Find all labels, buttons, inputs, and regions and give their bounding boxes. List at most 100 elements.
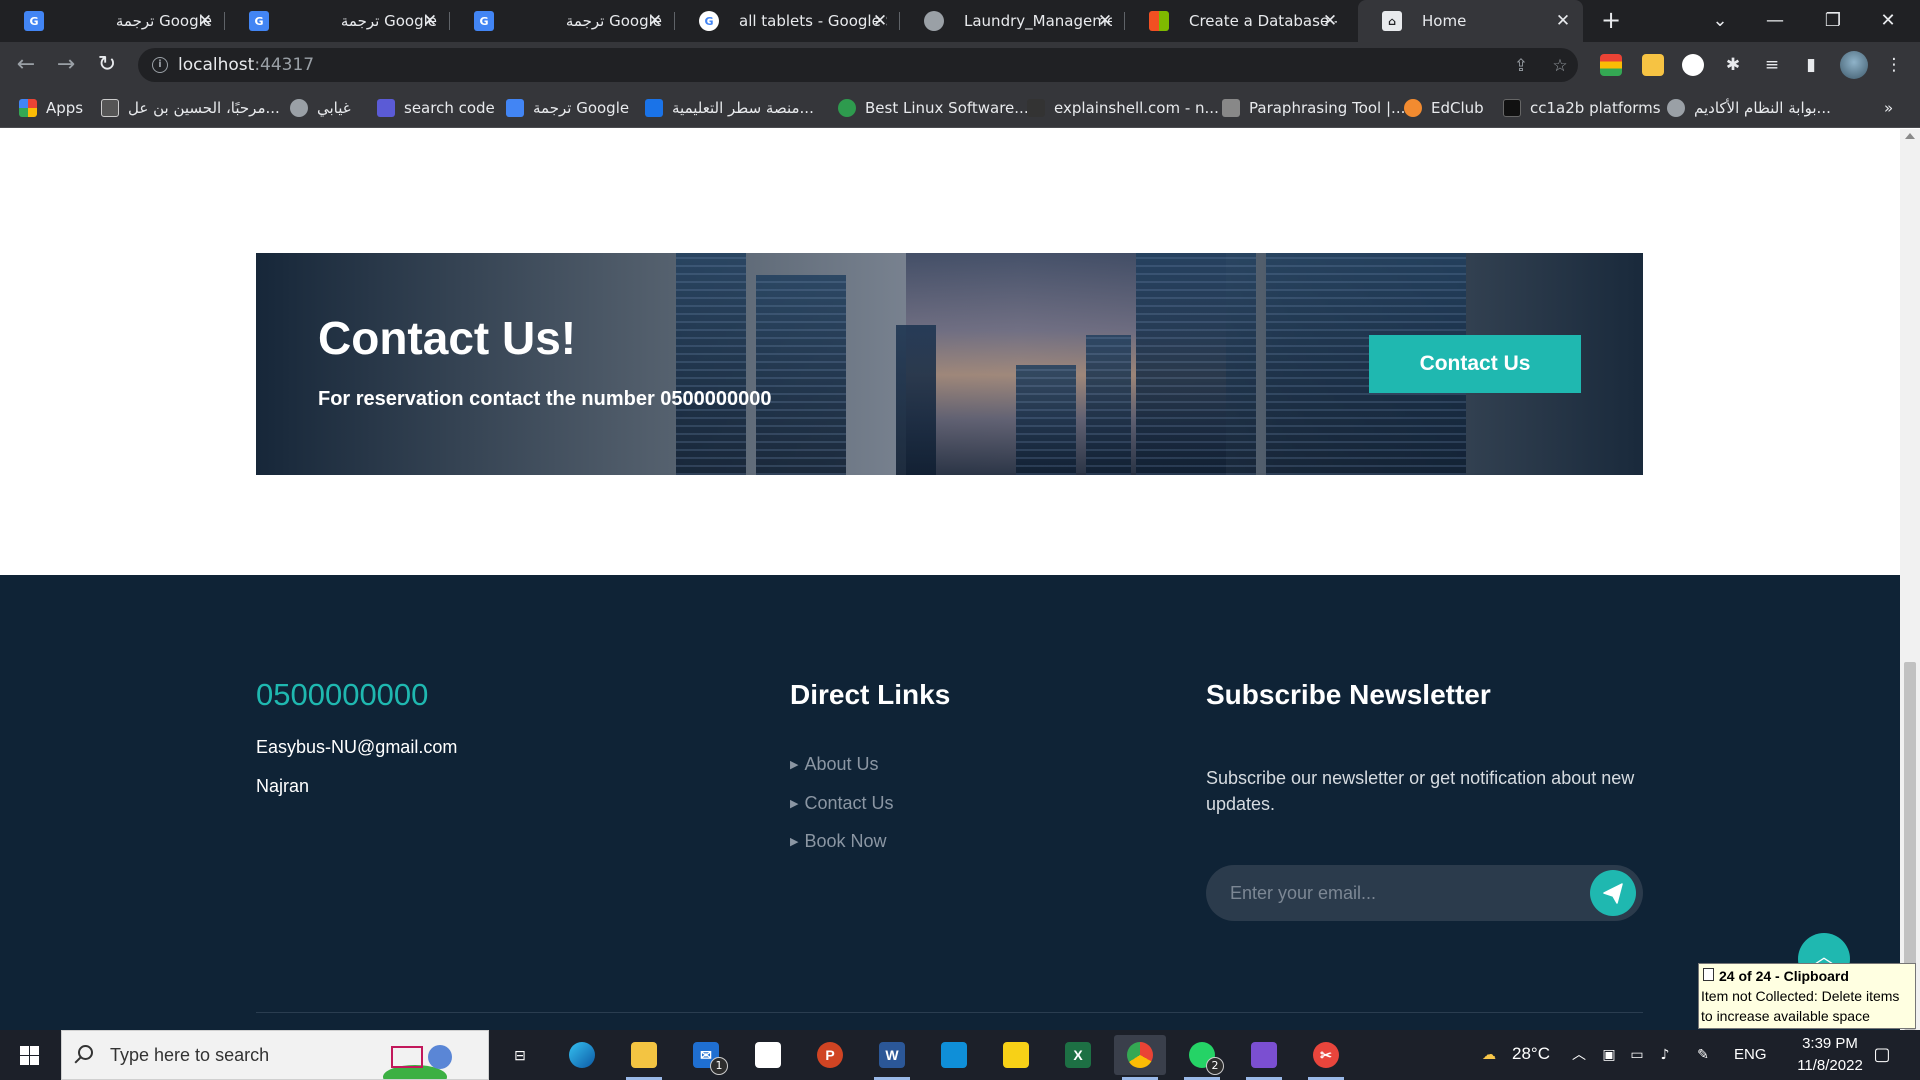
taskbar-store[interactable] [742,1035,794,1075]
meet-icon[interactable]: ▣ [1600,1046,1618,1064]
powerpoint-icon: P [817,1042,843,1068]
taskbar-app[interactable] [928,1035,980,1075]
bookmark-item[interactable]: Paraphrasing Tool |... [1222,88,1405,128]
bookmark-item[interactable]: منصة سطر التعليمية... [645,88,814,128]
info-icon[interactable]: i [152,57,168,73]
browser-tab[interactable]: G ترجمة Google ✕ [0,0,225,42]
newsletter-email-input[interactable] [1230,865,1570,921]
start-button[interactable] [0,1030,58,1080]
task-view-button[interactable]: ⊟ [494,1035,546,1075]
taskbar-edge[interactable] [556,1035,608,1075]
scroll-up-icon[interactable] [1905,133,1915,139]
battery-icon[interactable]: ▭ [1628,1046,1646,1064]
taskbar-file-explorer[interactable] [618,1035,670,1080]
taskbar-search[interactable]: Type here to search [61,1030,489,1080]
bookmark-label: غيابي [317,99,351,117]
close-icon[interactable]: ✕ [195,11,215,31]
browser-tab[interactable]: Create a Database - S ✕ [1125,0,1350,42]
platform-icon [645,99,663,117]
back-arrow-icon[interactable]: ← [12,51,40,79]
taskbar-excel[interactable]: X [1052,1035,1104,1075]
close-icon[interactable]: ✕ [1553,11,1573,31]
browser-tab[interactable]: G all tablets - Google Se ✕ [675,0,900,42]
footer: 0500000000 Easybus-NU@gmail.com Najran D… [0,575,1900,1030]
taskbar-mail[interactable]: ✉ 1 [680,1035,732,1075]
clipboard-title: 24 of 24 - Clipboard [1719,968,1849,984]
menu-icon[interactable]: ⋮ [1883,54,1905,76]
browser-tab[interactable]: G ترجمة Google ✕ [225,0,450,42]
bookmark-item[interactable]: ترجمة Google [506,88,629,128]
star-icon[interactable]: ☆ [1549,55,1571,77]
footer-phone[interactable]: 0500000000 [256,677,428,713]
clipboard-notification[interactable]: 24 of 24 - Clipboard Item not Collected:… [1698,963,1916,1029]
bookmark-item[interactable]: EdClub [1404,88,1484,128]
taskbar-whatsapp[interactable]: 2 [1176,1035,1228,1080]
bookmark-item[interactable]: غيابي [290,88,351,128]
pen-icon[interactable]: ✎ [1694,1046,1712,1064]
forward-arrow-icon[interactable]: → [52,51,80,79]
chevron-up-icon[interactable]: ︿ [1570,1046,1588,1064]
bookmark-label: EdClub [1431,99,1484,117]
close-icon[interactable]: ✕ [420,11,440,31]
excel-icon: X [1065,1042,1091,1068]
extension-icon[interactable] [1642,54,1664,76]
reload-icon[interactable]: ↻ [93,51,121,79]
tab-search-icon[interactable]: ⌄ [1700,6,1740,36]
building-decor [1136,253,1256,475]
volume-icon[interactable]: ♪ [1656,1046,1674,1064]
weather-icon[interactable]: ☁ [1476,1046,1502,1064]
bookmark-item[interactable]: بوابة النظام الأكاديم... [1667,88,1831,128]
extension-icon[interactable] [1600,54,1622,76]
taskbar-snipping-tool[interactable]: ✂ [1300,1035,1352,1080]
bookmark-label: بوابة النظام الأكاديم... [1694,99,1831,117]
bookmark-item[interactable]: مرحبًا، الحسين بن عل... [101,88,280,128]
taskbar-word[interactable]: W [866,1035,918,1080]
clock-time[interactable]: 3:39 PM [1790,1035,1870,1052]
taskbar-chrome[interactable] [1114,1035,1166,1080]
language-indicator[interactable]: ENG [1734,1046,1767,1063]
close-icon[interactable]: ✕ [1095,11,1115,31]
bookmark-item[interactable]: explainshell.com - n... [1027,88,1219,128]
taskbar-sticky-notes[interactable] [990,1035,1042,1075]
restore-icon[interactable]: ❐ [1813,6,1853,36]
footer-link-contact[interactable]: ▶ Contact Us [790,793,894,814]
footer-link-book[interactable]: ▶ Book Now [790,831,887,852]
bookmark-item[interactable]: cc1a2b platforms [1503,88,1661,128]
weather-temp[interactable]: 28°C [1512,1044,1550,1064]
footer-link-about[interactable]: ▶ About Us [790,754,879,775]
newsletter-submit-button[interactable] [1590,870,1636,916]
contact-us-button[interactable]: Contact Us [1369,335,1581,393]
close-icon[interactable]: ✕ [645,11,665,31]
taskbar-powerpoint[interactable]: P [804,1035,856,1075]
browser-toolbar: ← → ↻ i localhost:44317 ⇪ ☆ ✱ ≡ ▮ ⋮ [0,42,1920,88]
bookmark-label: منصة سطر التعليمية... [672,99,814,117]
minimize-icon[interactable]: — [1755,6,1795,36]
direct-links-heading: Direct Links [790,679,951,710]
close-window-icon[interactable]: ✕ [1868,6,1908,36]
browser-tab[interactable]: Laundry_Managemen ✕ [900,0,1125,42]
extension-icon[interactable] [1682,54,1704,76]
clock-date[interactable]: 11/8/2022 [1782,1057,1878,1074]
bookmark-label: Apps [46,99,84,117]
address-bar[interactable]: i localhost:44317 ⇪ ☆ [138,48,1578,82]
taskbar-visual-studio[interactable] [1238,1035,1290,1080]
new-tab-button[interactable]: + [1598,8,1624,34]
media-icon[interactable]: ≡ [1761,54,1783,76]
close-icon[interactable]: ✕ [1320,11,1340,31]
bookmark-item[interactable]: Best Linux Software... [838,88,1029,128]
browser-tab[interactable]: G ترجمة Google ✕ [450,0,675,42]
avatar[interactable] [1840,51,1868,79]
bookmark-apps[interactable]: Apps [19,88,83,128]
footer-email[interactable]: Easybus-NU@gmail.com [256,737,457,758]
app-window-icon [941,1042,967,1068]
close-icon[interactable]: ✕ [870,11,890,31]
side-panel-icon[interactable]: ▮ [1800,54,1822,76]
share-icon[interactable]: ⇪ [1510,55,1532,77]
bookmarks-overflow-button[interactable]: » [1884,88,1893,128]
notification-icon[interactable]: ▢ [1870,1046,1894,1064]
browser-tab-active[interactable]: ⌂ Home ✕ [1358,0,1583,42]
bookmark-item[interactable]: search code [377,88,495,128]
globe-icon [924,11,944,31]
puzzle-icon[interactable]: ✱ [1722,54,1744,76]
page-scrollbar[interactable] [1900,129,1920,1030]
